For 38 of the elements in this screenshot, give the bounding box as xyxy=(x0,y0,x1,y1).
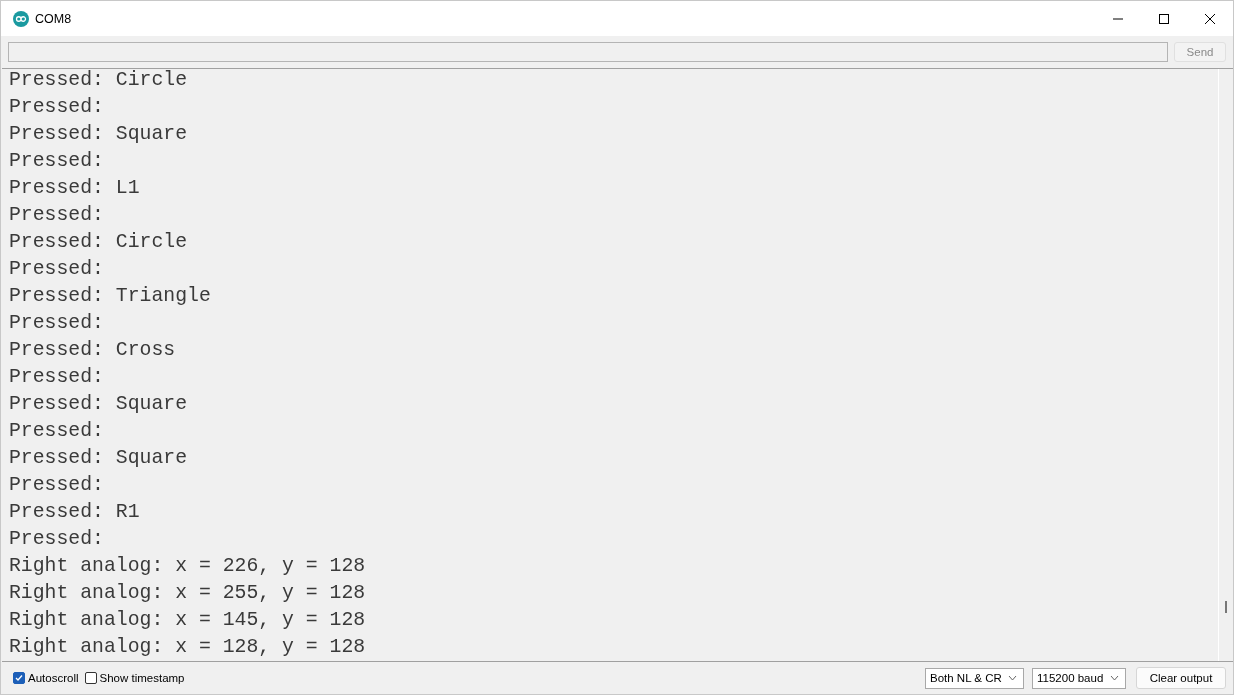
output-line: Pressed: Triangle xyxy=(9,284,212,309)
line-ending-dropdown[interactable]: Both NL & CR xyxy=(925,667,1024,689)
output-line: Pressed: xyxy=(9,473,105,498)
output-line: Pressed: Square xyxy=(9,392,189,417)
checkbox[interactable] xyxy=(84,672,97,684)
output-line: Pressed: xyxy=(9,203,105,228)
output-line: Pressed: Cross xyxy=(9,338,177,363)
output-line: Pressed: xyxy=(9,149,105,174)
output-line: Right analog: x = 255, y = 128 xyxy=(9,581,367,606)
output-line: Pressed: xyxy=(9,311,105,336)
maximize-icon xyxy=(1158,12,1170,25)
output-line: Pressed: Circle xyxy=(9,230,189,255)
output-line: Pressed: Square xyxy=(9,446,189,471)
chevron-down-icon xyxy=(1008,675,1017,681)
chevron-down-icon xyxy=(1110,675,1119,681)
scrollbar-thumb[interactable] xyxy=(1225,601,1227,613)
window-title: COM8 xyxy=(35,11,73,26)
output-line: Pressed: xyxy=(9,95,105,120)
checkbox[interactable] xyxy=(13,672,25,684)
output-line: Pressed: xyxy=(9,419,105,444)
output-line: Right analog: x = 226, y = 128 xyxy=(9,554,367,579)
output-line: Pressed: R1 xyxy=(9,500,141,525)
close-icon xyxy=(1204,12,1216,25)
output-line: Right analog: x = 128, y = 128 xyxy=(9,635,367,660)
checkbox-label: Autoscroll xyxy=(28,672,79,684)
output-line: Pressed: xyxy=(9,365,105,390)
baud-rate-dropdown[interactable]: 115200 baud xyxy=(1032,667,1126,689)
output-line: Pressed: xyxy=(9,527,105,552)
checkbox-label: Show timestamp xyxy=(99,672,185,684)
app-logo-icon xyxy=(13,10,29,27)
output-line: Pressed: Circle xyxy=(9,69,189,93)
output-line: Pressed: Square xyxy=(9,122,189,147)
output-line: Right analog: x = 145, y = 128 xyxy=(9,608,367,633)
output-line: Pressed: xyxy=(9,257,105,282)
output-line: Pressed: L1 xyxy=(9,176,141,201)
message-input-field[interactable] xyxy=(8,42,1168,62)
clear-output-button[interactable]: Clear output xyxy=(1136,667,1226,689)
checkmark-icon xyxy=(15,674,23,682)
